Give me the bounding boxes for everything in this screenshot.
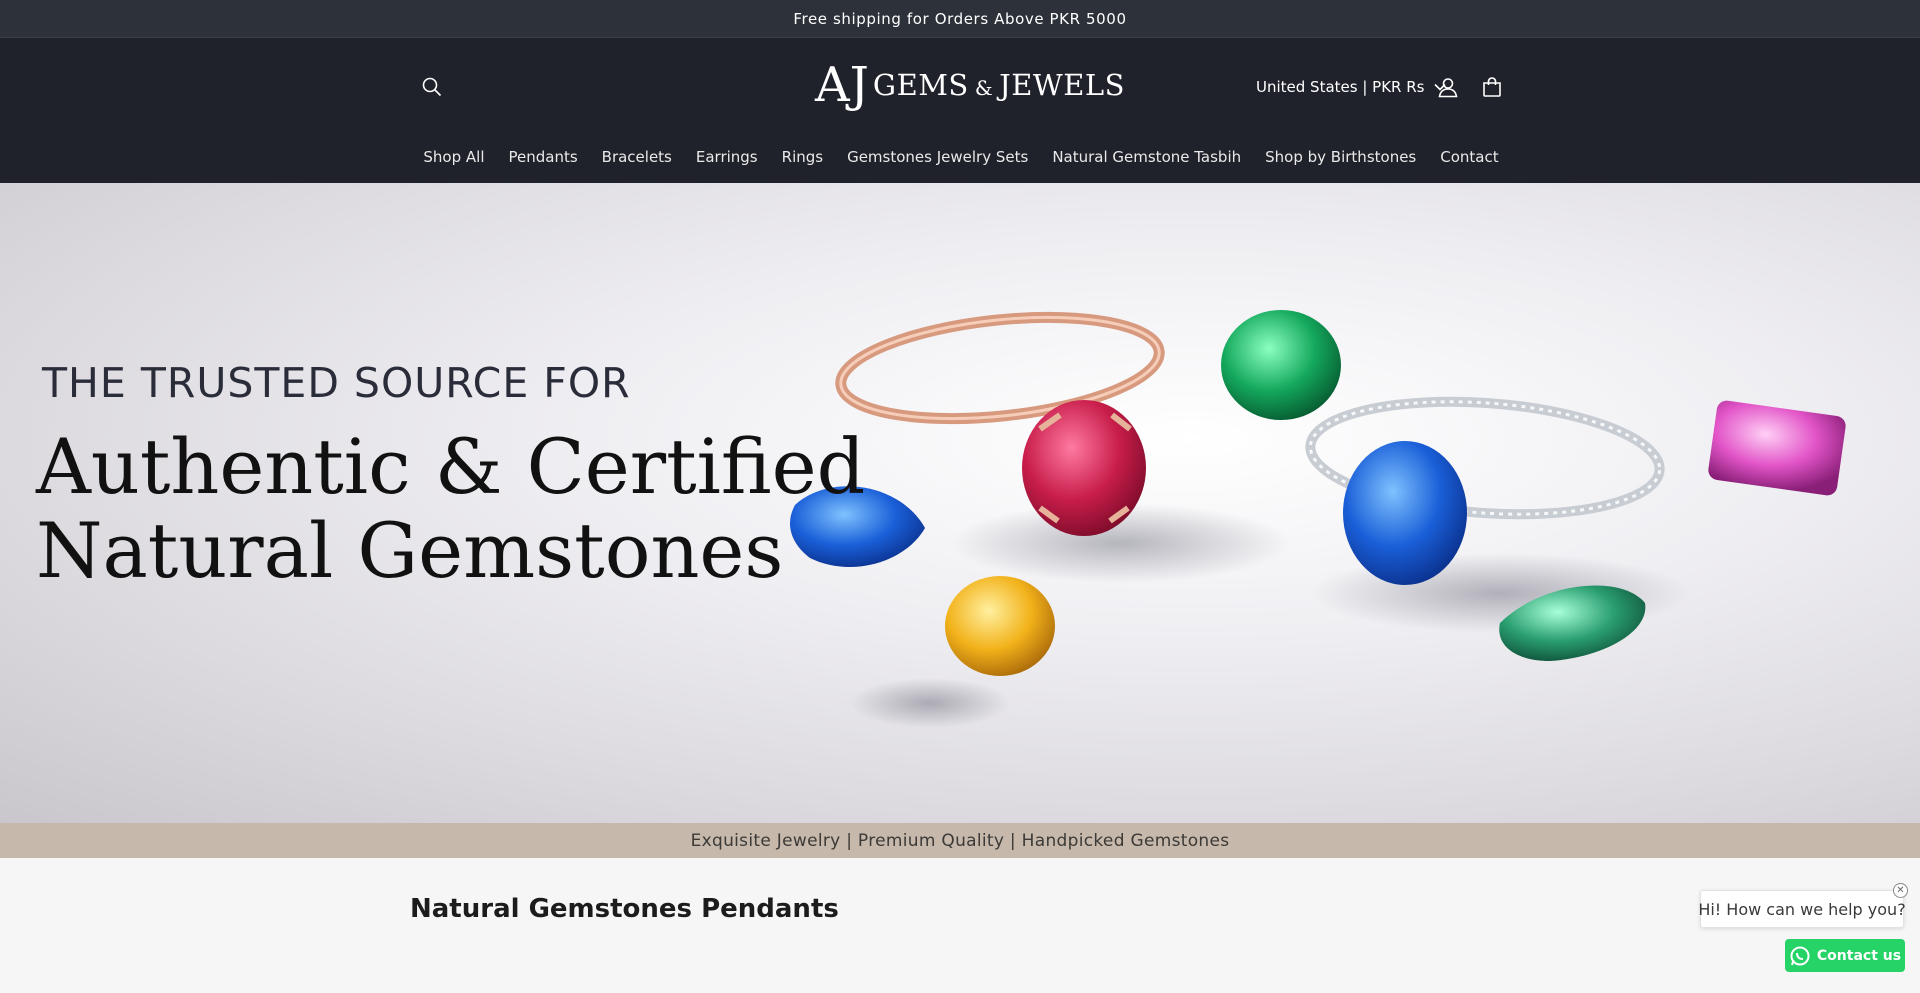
site-logo[interactable]: AJ GEMS & JEWELS	[815, 54, 1125, 116]
cart-icon	[1483, 77, 1501, 97]
whatsapp-contact-button[interactable]: Contact us	[1785, 939, 1905, 972]
nav-item-bracelets[interactable]: Bracelets	[602, 148, 672, 166]
hero-kicker: THE TRUSTED SOURCE FOR	[42, 359, 631, 407]
hero-title-line-2: Natural Gemstones	[36, 506, 784, 595]
logo-ampersand: &	[974, 76, 994, 100]
account-button[interactable]	[1432, 71, 1464, 103]
logo-monogram: AJ	[815, 57, 869, 113]
tagline-strip: Exquisite Jewelry | Premium Quality | Ha…	[0, 823, 1920, 858]
nav-item-rings[interactable]: Rings	[782, 148, 823, 166]
country-currency-selector[interactable]: United States | PKR Rs	[1256, 72, 1447, 102]
announcement-text: Free shipping for Orders Above PKR 5000	[793, 9, 1127, 28]
search-button[interactable]	[416, 71, 448, 103]
logo-word-gems: GEMS	[872, 68, 969, 102]
chat-greeting-text: Hi! How can we help you?	[1698, 899, 1906, 919]
hero-title: Authentic & Certified Natural Gemstones	[36, 425, 865, 593]
nav-item-jewelry-sets[interactable]: Gemstones Jewelry Sets	[847, 148, 1028, 166]
logo-wordmark: GEMS & JEWELS	[873, 68, 1125, 102]
nav-item-pendants[interactable]: Pendants	[508, 148, 577, 166]
tagline-text: Exquisite Jewelry | Premium Quality | Ha…	[690, 830, 1230, 851]
hero-title-line-1: Authentic & Certified	[36, 422, 866, 511]
hero-banner[interactable]: THE TRUSTED SOURCE FOR Authentic & Certi…	[0, 183, 1920, 823]
logo-word-jewels: JEWELS	[999, 68, 1126, 102]
chat-greeting-bubble[interactable]: Hi! How can we help you?	[1698, 890, 1906, 928]
whatsapp-icon	[1790, 946, 1810, 965]
chat-close-button[interactable]: ✕	[1893, 883, 1908, 898]
country-selector-label: United States | PKR Rs	[1256, 78, 1425, 96]
nav-item-birthstones[interactable]: Shop by Birthstones	[1265, 148, 1416, 166]
announcement-bar: Free shipping for Orders Above PKR 5000	[0, 0, 1920, 38]
nav-item-earrings[interactable]: Earrings	[696, 148, 758, 166]
section-title: Natural Gemstones Pendants	[410, 894, 839, 924]
nav-item-contact[interactable]: Contact	[1440, 148, 1498, 166]
close-icon: ✕	[1896, 885, 1905, 896]
site-header: AJ GEMS & JEWELS United States | PKR Rs Sh…	[0, 38, 1920, 183]
whatsapp-button-label: Contact us	[1816, 947, 1902, 964]
account-icon	[1438, 78, 1458, 98]
cart-button[interactable]	[1476, 71, 1508, 103]
nav-item-tasbih[interactable]: Natural Gemstone Tasbih	[1052, 148, 1241, 166]
main-navigation: Shop All Pendants Bracelets Earrings Rin…	[0, 141, 1920, 173]
search-icon	[422, 77, 442, 97]
nav-item-shop-all[interactable]: Shop All	[423, 148, 484, 166]
